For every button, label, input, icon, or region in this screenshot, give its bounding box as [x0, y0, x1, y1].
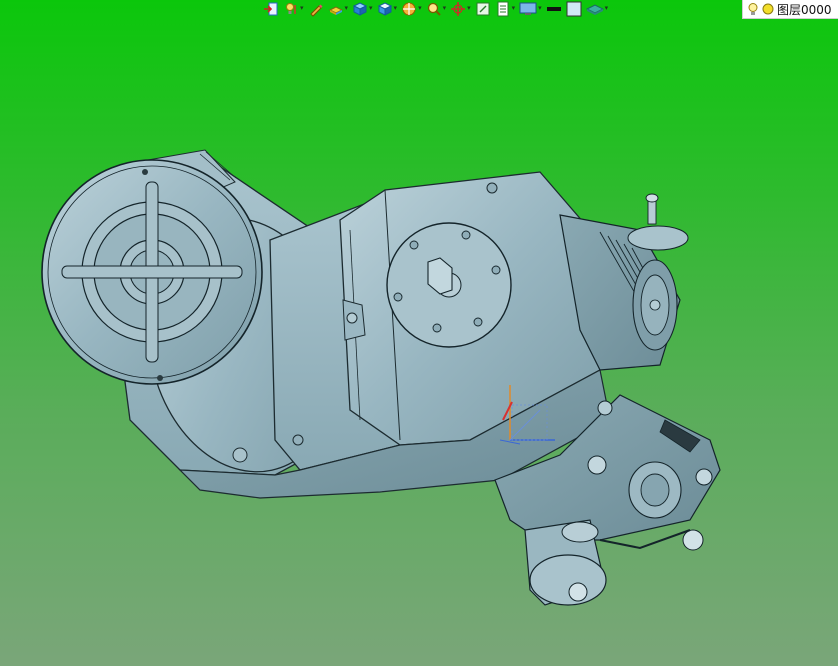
layer-selector[interactable]: 图层0000 — [742, 0, 838, 19]
display-toggle-icon — [497, 1, 509, 16]
graphics-viewport[interactable]: ▾ ▾ ▾ ▾ ▾ ▾ ▾ ▾ ▾ ▾ 图层0000 — [0, 0, 838, 666]
light-bulb-icon — [286, 2, 296, 14]
pencil-icon — [309, 4, 323, 17]
view-orientation-button[interactable]: ▾ — [327, 0, 350, 17]
section-view-button[interactable]: ▾ — [400, 0, 423, 17]
line-color-button[interactable] — [545, 0, 563, 17]
cube-view-button[interactable]: ▾ — [351, 0, 374, 17]
monitor-button[interactable]: ▾ — [518, 0, 543, 17]
chevron-down-icon[interactable]: ▾ — [538, 5, 542, 12]
section-view-icon — [402, 2, 416, 15]
monitor-icon — [519, 2, 537, 15]
chevron-down-icon[interactable]: ▾ — [443, 5, 447, 12]
fill-color-icon — [566, 1, 582, 16]
assembly-model[interactable] — [0, 0, 838, 666]
exit-sketch-icon — [264, 2, 278, 15]
bulb-icon — [748, 2, 758, 15]
layer-shape-button[interactable]: ▾ — [585, 0, 610, 17]
rotate-button[interactable]: ▾ — [449, 0, 472, 17]
view-orientation-icon — [328, 5, 343, 15]
layer-label: 图层0000 — [777, 2, 832, 17]
zoom-fit-button[interactable] — [474, 0, 492, 17]
chevron-down-icon[interactable]: ▾ — [345, 5, 349, 12]
chevron-down-icon[interactable]: ▾ — [369, 5, 373, 12]
lighting-button[interactable]: ▾ — [282, 0, 305, 17]
layer-shape-icon — [585, 3, 604, 15]
chevron-down-icon[interactable]: ▾ — [418, 5, 422, 12]
cube-view-icon — [352, 1, 368, 16]
cube-render-button[interactable]: ▾ — [376, 0, 399, 17]
view-toolbar: ▾ ▾ ▾ ▾ ▾ ▾ ▾ ▾ ▾ ▾ — [262, 0, 609, 17]
chevron-down-icon[interactable]: ▾ — [467, 5, 471, 12]
chevron-down-icon[interactable]: ▾ — [605, 5, 609, 12]
cube-render-icon — [377, 1, 392, 16]
circle-icon — [762, 3, 774, 15]
display-toggle-button[interactable]: ▾ — [494, 0, 517, 17]
line-color-icon — [546, 6, 561, 11]
exit-sketch-button[interactable] — [262, 0, 280, 17]
output-flange — [386, 222, 512, 348]
zoom-fit-icon — [476, 2, 490, 15]
pencil-button[interactable] — [307, 0, 325, 17]
chevron-down-icon[interactable]: ▾ — [512, 5, 516, 12]
chevron-down-icon[interactable]: ▾ — [394, 5, 398, 12]
chevron-down-icon[interactable]: ▾ — [300, 5, 304, 12]
zoom-button[interactable]: ▾ — [425, 0, 448, 17]
motor-end-cover — [41, 159, 263, 385]
fill-color-button[interactable] — [565, 0, 583, 17]
rotate-axis-icon — [451, 1, 466, 16]
zoom-icon — [427, 2, 441, 16]
